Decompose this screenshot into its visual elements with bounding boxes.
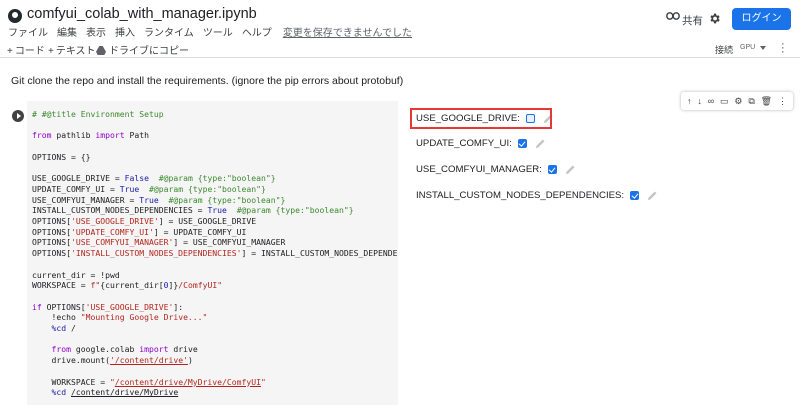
runtime-type-label: GPU <box>740 44 756 51</box>
code-editor[interactable]: # #@title Environment Setup from pathlib… <box>27 101 398 405</box>
form-row-install-custom-nodes-dependencies: INSTALL_CUSTOM_NODES_DEPENDENCIES: <box>416 190 658 201</box>
menu-bar: ファイル 編集 表示 挿入 ランタイム ツール ヘルプ 変更を保存できませんでし… <box>8 24 412 39</box>
form-label: USE_COMFYUI_MANAGER: <box>416 164 542 175</box>
login-button[interactable]: ログイン <box>732 8 791 30</box>
add-text-button[interactable]: + テキスト <box>48 42 96 57</box>
pencil-icon[interactable] <box>647 190 658 201</box>
install-custom-nodes-dependencies-checkbox[interactable] <box>630 191 640 200</box>
menu-runtime[interactable]: ランタイム <box>144 24 194 39</box>
menu-help[interactable]: ヘルプ <box>242 24 272 39</box>
use-comfyui-manager-checkbox[interactable] <box>547 165 557 174</box>
menu-file[interactable]: ファイル <box>8 24 48 39</box>
add-code-button[interactable]: + コード <box>7 42 45 57</box>
form-panel: USE_GOOGLE_DRIVE: UPDATE_COMFY_UI: USE_C… <box>406 101 800 405</box>
unsaved-notice[interactable]: 変更を保存できませんでした <box>283 24 412 39</box>
plus-icon: + <box>48 46 54 57</box>
chevron-down-icon[interactable] <box>760 46 766 50</box>
menu-edit[interactable]: 編集 <box>57 24 77 39</box>
pencil-icon[interactable] <box>535 138 546 149</box>
notebook-toolbar: + コード + テキスト ドライブにコピー 接続 GPU · · · <box>0 38 800 58</box>
menu-tools[interactable]: ツール <box>203 24 233 39</box>
form-row-update-comfy-ui: UPDATE_COMFY_UI: <box>416 138 546 149</box>
form-row-use-comfyui-manager: USE_COMFYUI_MANAGER: <box>416 164 576 175</box>
copy-to-drive-button[interactable]: ドライブにコピー <box>96 42 189 57</box>
menu-insert[interactable]: 挿入 <box>115 24 135 39</box>
code-content: # #@title Environment Setup from pathlib… <box>32 109 398 398</box>
text-cell: Git clone the repo and install the requi… <box>11 75 404 87</box>
update-comfy-ui-checkbox[interactable] <box>517 139 527 148</box>
drive-icon <box>96 46 106 55</box>
share-button[interactable]: 共有 <box>682 13 703 28</box>
menu-view[interactable]: 表示 <box>86 24 106 39</box>
github-icon <box>8 9 22 23</box>
form-label: UPDATE_COMFY_UI: <box>416 138 512 149</box>
more-options-icon[interactable]: · · · <box>781 39 785 58</box>
connect-button[interactable]: 接続 <box>715 43 733 56</box>
plus-icon: + <box>7 46 13 57</box>
add-text-label: テキスト <box>55 46 96 57</box>
top-bar: comfyui_colab_with_manager.ipynb ファイル 編集… <box>0 0 800 39</box>
notebook-title[interactable]: comfyui_colab_with_manager.ipynb <box>27 6 257 22</box>
run-cell-button[interactable] <box>12 110 24 122</box>
copy-to-drive-label: ドライブにコピー <box>109 46 189 57</box>
gear-icon[interactable] <box>708 12 721 25</box>
form-label: INSTALL_CUSTOM_NODES_DEPENDENCIES: <box>416 190 625 201</box>
highlight-box <box>410 108 552 129</box>
pencil-icon[interactable] <box>565 164 576 175</box>
add-code-label: コード <box>14 46 45 57</box>
link-icon[interactable] <box>666 12 680 20</box>
